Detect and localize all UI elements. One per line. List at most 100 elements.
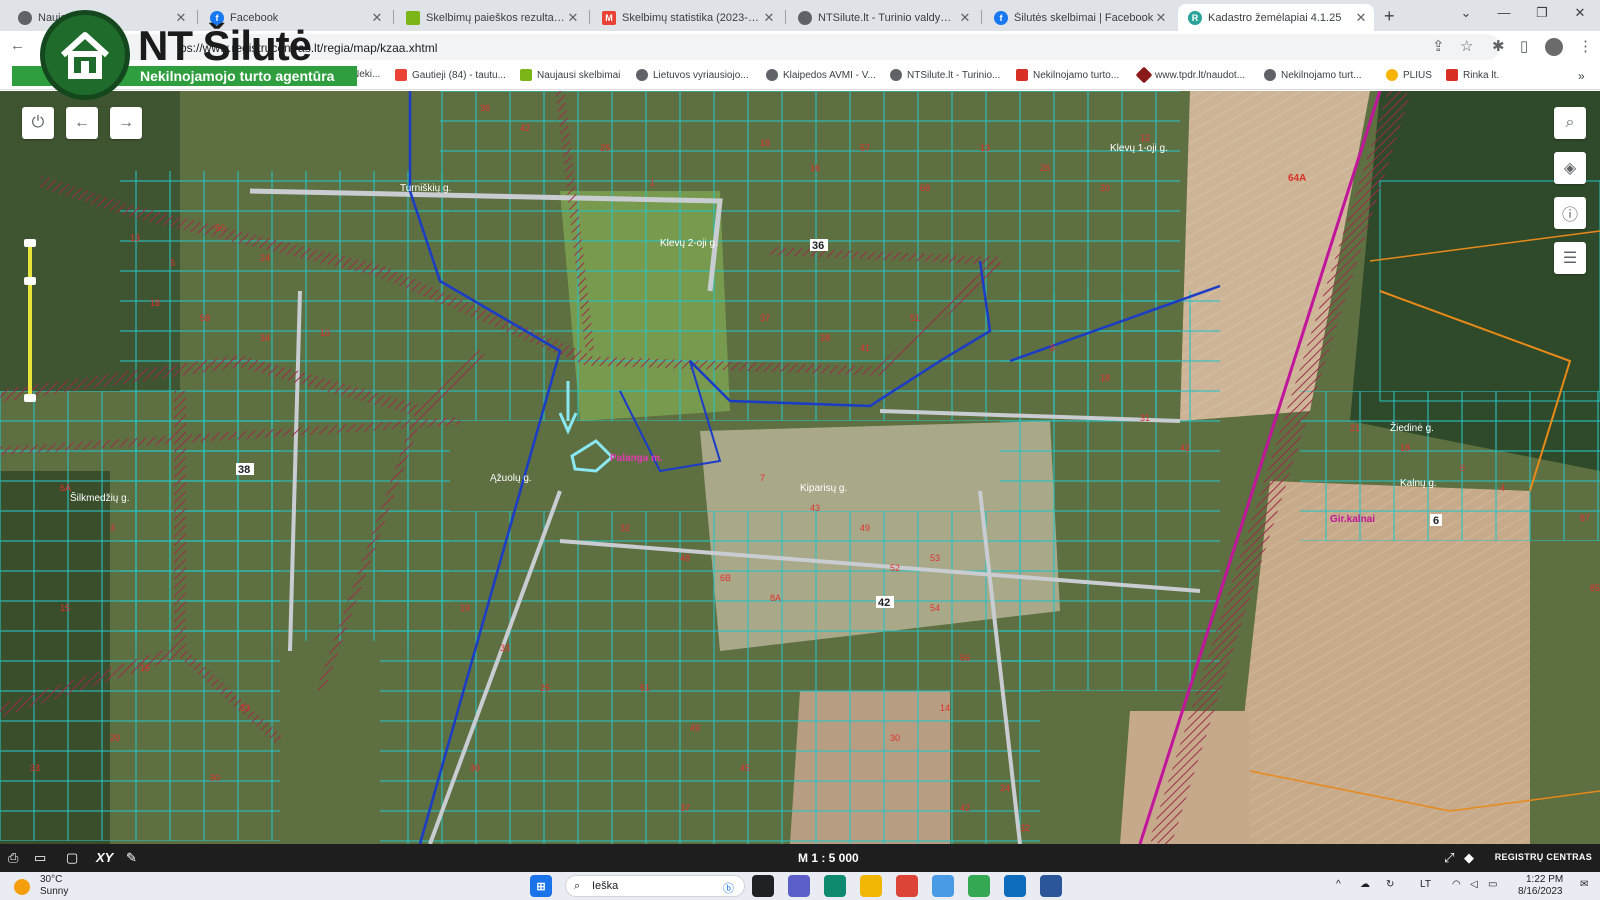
clock-time[interactable]: 1:22 PM xyxy=(1526,874,1563,885)
minimize-button[interactable]: — xyxy=(1486,5,1522,20)
chevron-up-icon[interactable]: ^ xyxy=(1336,879,1341,890)
windows-start-icon[interactable]: ⊞ xyxy=(530,875,552,897)
house-logo-icon xyxy=(40,10,130,100)
chevron-down-icon[interactable]: ⌄ xyxy=(1448,5,1484,21)
svg-text:6: 6 xyxy=(1460,463,1465,473)
zoom-in-handle[interactable] xyxy=(24,239,36,247)
close-window-button[interactable]: ✕ xyxy=(1562,5,1598,21)
edge-icon[interactable] xyxy=(824,875,846,897)
globe-icon xyxy=(18,10,32,25)
svg-text:49: 49 xyxy=(860,523,870,533)
teams-icon[interactable] xyxy=(788,875,810,897)
extensions-icon[interactable]: ✱ xyxy=(1492,37,1505,55)
forward-arrow-icon[interactable]: → xyxy=(110,107,142,139)
zoom-slider[interactable] xyxy=(28,241,32,401)
cadastral-map[interactable]: 13 5 50 24 18 58 34 10 36 42 25 1 18 16 57 68 13 26 20… xyxy=(0,91,1600,844)
zoom-out-handle[interactable] xyxy=(24,394,36,402)
task-view-icon[interactable] xyxy=(752,875,774,897)
back-arrow-icon[interactable]: ← xyxy=(10,37,25,54)
avatar[interactable] xyxy=(1545,38,1563,56)
brand-label: REGISTRŲ CENTRAS xyxy=(1494,852,1592,862)
search-placeholder: Ieška xyxy=(592,880,619,892)
back-arrow-icon[interactable]: ← xyxy=(66,107,98,139)
svg-text:30: 30 xyxy=(890,733,900,743)
app-icon[interactable] xyxy=(932,875,954,897)
bookmark-item[interactable]: www.tpdr.lt/naudot... xyxy=(1135,66,1245,84)
eraser-icon[interactable]: ✎ xyxy=(126,850,137,866)
street-label: Turniškių g. xyxy=(400,183,451,194)
map-scale: M 1 : 5 000 xyxy=(798,851,859,865)
bookmark-item[interactable]: Rinka lt. xyxy=(1446,69,1499,81)
power-icon[interactable]: ⏻ xyxy=(22,107,54,139)
sidepanel-icon[interactable]: ▯ xyxy=(1520,37,1528,55)
svg-text:24: 24 xyxy=(260,253,270,263)
sync-icon[interactable]: ↻ xyxy=(1386,879,1394,890)
search-icon[interactable]: ⌕ xyxy=(1554,107,1586,139)
tab-silutes-skelbimai[interactable]: f Šilutės skelbimai | Facebook ✕ xyxy=(984,4,1174,31)
close-icon[interactable]: ✕ xyxy=(370,10,384,26)
restore-button[interactable]: ❐ xyxy=(1524,5,1560,21)
street-label: Žiedinė g. xyxy=(1390,421,1434,434)
volume-icon[interactable]: ◁ xyxy=(1470,879,1478,890)
windows-taskbar: 30°C Sunny ⊞ ⌕ Ieška ⓑ ^ ☁ ↻ LT ◠ ◁ ▭ 1:… xyxy=(0,872,1600,900)
measure-icon[interactable]: ▭ xyxy=(34,850,46,866)
zoom-level-handle[interactable] xyxy=(24,277,36,285)
xy-coordinates-button[interactable]: XY xyxy=(96,850,113,865)
bookmark-item[interactable]: NTSilute.lt - Turinio... xyxy=(890,69,1000,81)
app-icon[interactable] xyxy=(1040,875,1062,897)
svg-text:33: 33 xyxy=(30,763,40,773)
outlook-icon[interactable] xyxy=(1004,875,1026,897)
battery-icon[interactable]: ▭ xyxy=(1488,879,1497,890)
info-icon[interactable]: ⓘ xyxy=(1554,197,1586,229)
notification-icon[interactable]: ✉ xyxy=(1580,879,1588,890)
close-icon[interactable]: ✕ xyxy=(1154,10,1168,26)
layers-icon[interactable]: ◈ xyxy=(1554,152,1586,184)
tab-skelbimu-paieska[interactable]: Skelbimų paieškos rezultatai - Š ✕ xyxy=(396,4,586,31)
taskbar-search[interactable]: ⌕ Ieška ⓑ xyxy=(565,875,745,897)
star-icon[interactable]: ☆ xyxy=(1460,37,1473,55)
bookmark-item[interactable]: Nekilnojamo turto... xyxy=(1016,69,1119,81)
clock-date[interactable]: 8/16/2023 xyxy=(1518,886,1563,897)
svg-text:45: 45 xyxy=(740,763,750,773)
bookmark-item[interactable]: Naujausi skelbimai xyxy=(520,69,620,81)
svg-text:33: 33 xyxy=(500,643,510,653)
svg-text:7: 7 xyxy=(760,473,765,483)
svg-text:37: 37 xyxy=(760,313,770,323)
file-explorer-icon[interactable] xyxy=(860,875,882,897)
add-document-icon[interactable]: ▢ xyxy=(66,850,78,866)
bookmark-label: Gautieji (84) - tautu... xyxy=(412,69,506,81)
wifi-icon[interactable]: ◠ xyxy=(1452,879,1461,890)
cloud-icon[interactable]: ☁ xyxy=(1360,879,1370,890)
skelbimai-icon xyxy=(520,69,532,81)
document-icon[interactable]: ☰ xyxy=(1554,242,1586,274)
road-number-label: 42 xyxy=(878,597,890,609)
parcel-label: 64A xyxy=(1288,173,1306,184)
weather-desc: Sunny xyxy=(40,886,69,897)
chrome-icon[interactable] xyxy=(968,875,990,897)
tab-gmail[interactable]: M Skelbimų statistika (2023-08-08 ✕ xyxy=(592,4,782,31)
close-icon[interactable]: ✕ xyxy=(762,10,776,26)
tab-ntsilute-cms[interactable]: NTSilute.lt - Turinio valdymo sis ✕ xyxy=(788,4,978,31)
svg-text:42: 42 xyxy=(960,803,970,813)
bookmark-item[interactable]: PLIUS xyxy=(1386,69,1432,81)
bookmark-item[interactable]: Lietuvos vyriausiojo... xyxy=(636,69,749,81)
language-indicator[interactable]: LT xyxy=(1420,879,1431,890)
bookmark-item[interactable]: Klaipedos AVMI - V... xyxy=(766,69,876,81)
chrome-icon[interactable] xyxy=(896,875,918,897)
fullscreen-icon[interactable]: ⤢ xyxy=(1444,850,1454,866)
more-bookmarks-icon[interactable]: » xyxy=(1578,69,1585,83)
bookmark-item[interactable]: Nekilnojamo turt... xyxy=(1264,69,1362,81)
close-icon[interactable]: ✕ xyxy=(958,10,972,26)
close-icon[interactable]: ✕ xyxy=(1354,10,1368,26)
share-icon[interactable]: ⇪ xyxy=(1432,37,1445,55)
close-icon[interactable]: ✕ xyxy=(566,10,580,26)
svg-text:19: 19 xyxy=(460,603,470,613)
road-number-label: 38 xyxy=(238,464,250,476)
bookmark-item[interactable]: Gautieji (84) - tautu... xyxy=(395,69,506,81)
new-tab-button[interactable]: + xyxy=(1384,6,1395,27)
svg-text:50: 50 xyxy=(215,223,225,233)
map-canvas[interactable]: 1355024 185834 10 3642251 18165768 132620… xyxy=(0,91,1600,844)
tab-kadastro-zemelapiai[interactable]: R Kadastro žemėlapiai 4.1.25 ✕ xyxy=(1178,4,1374,31)
print-icon[interactable]: ⎙ xyxy=(8,850,18,866)
more-menu-icon[interactable]: ⋮ xyxy=(1578,37,1593,55)
